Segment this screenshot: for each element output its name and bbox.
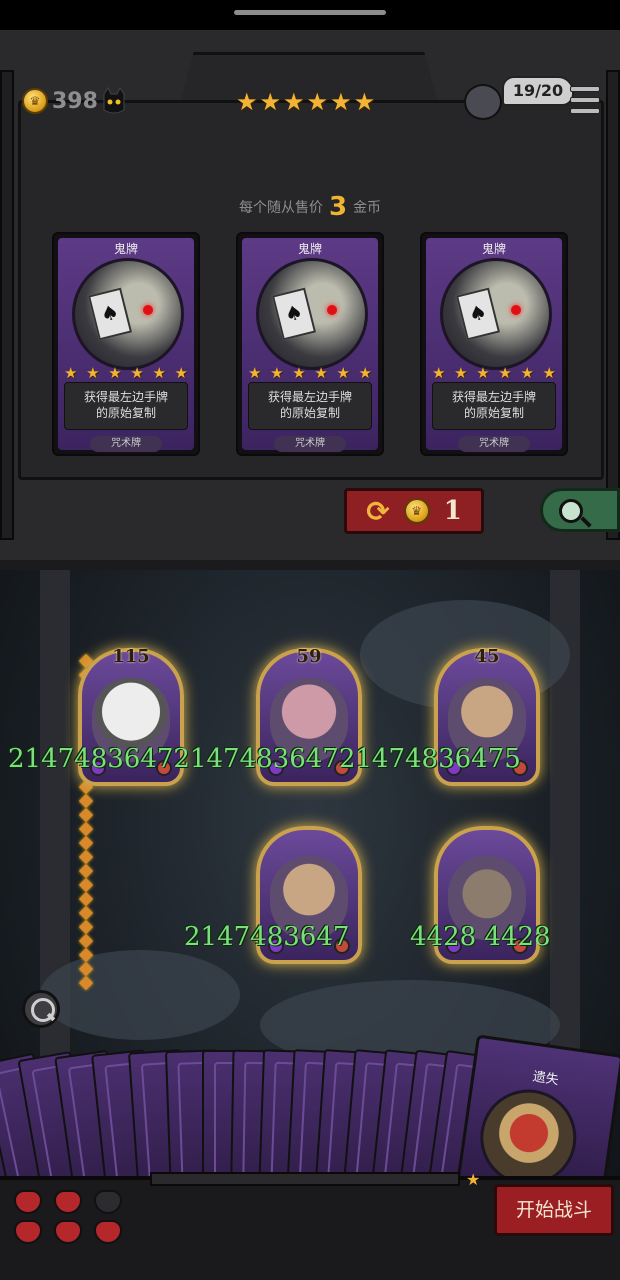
price-value: 3	[328, 192, 348, 222]
minion-counter: 115	[112, 646, 150, 667]
health-hearts	[14, 1190, 134, 1244]
shop-card[interactable]: 鬼牌 ♠ ★ ★ ★ ★ ★ ★ 获得最左边手牌 的原始复制 咒术牌	[236, 232, 384, 456]
heart-icon	[14, 1220, 42, 1244]
star-icon: ★	[283, 88, 305, 116]
heart-icon	[14, 1190, 42, 1214]
spade-card-icon: ♠	[87, 287, 133, 341]
star-icon: ★	[476, 364, 490, 382]
card-description: 获得最左边手牌 的原始复制	[248, 382, 372, 430]
star-icon: ★	[330, 88, 352, 116]
star-icon: ★	[174, 364, 188, 382]
star-icon: ★	[542, 364, 556, 382]
star-icon: ★	[108, 364, 122, 382]
desc-line: 获得最左边手牌	[451, 390, 536, 404]
price-suffix: 金币	[353, 200, 382, 216]
star-icon: ★	[336, 364, 350, 382]
star-icon: ★	[498, 364, 512, 382]
star-icon: ★	[130, 364, 144, 382]
star-icon: ★	[152, 364, 166, 382]
heart-icon	[94, 1190, 122, 1214]
red-eye-icon	[511, 305, 521, 315]
star-icon: ★	[432, 364, 446, 382]
minion-stats-row1: 2147483647214748364721474836475	[8, 744, 521, 774]
hand-count-badge: 19/20	[502, 76, 574, 106]
refresh-icon: ⟳	[366, 494, 390, 528]
search-button[interactable]	[540, 488, 620, 532]
status-bar	[0, 0, 620, 30]
reroll-cost: 1	[443, 496, 462, 526]
home-indicator	[234, 10, 386, 15]
card-stars: ★ ★ ★ ★ ★ ★	[64, 364, 188, 382]
top-bar: ♛ 398 ★ ★ ★ ★ ★ ★ 19/20	[18, 76, 608, 124]
hero-avatar[interactable]	[464, 84, 502, 120]
reroll-button[interactable]: ⟳ ♛ 1	[344, 488, 484, 534]
spade-card-icon: ♠	[271, 287, 317, 341]
minion-counter: 45	[474, 646, 500, 667]
star-icon: ★	[86, 364, 100, 382]
star-icon: ★	[236, 88, 258, 116]
cat-icon[interactable]	[100, 86, 128, 116]
search-icon	[559, 499, 583, 523]
card-name: 鬼牌	[297, 242, 322, 256]
card-description: 获得最左边手牌 的原始复制	[432, 382, 556, 430]
star-icon: ★	[270, 364, 284, 382]
minion-stats-goat: 4428 4428	[410, 922, 551, 952]
red-eye-icon	[327, 305, 337, 315]
gold-amount: 398	[52, 88, 98, 114]
card-description: 获得最左边手牌 的原始复制	[64, 382, 188, 430]
shop-card[interactable]: 鬼牌 ♠ ★ ★ ★ ★ ★ ★ 获得最左边手牌 的原始复制 咒术牌	[420, 232, 568, 456]
featured-card-name: 遗失	[531, 1069, 560, 1089]
star-icon: ★	[64, 364, 78, 382]
card-type: 咒术牌	[458, 436, 530, 452]
star-icon: ★	[259, 88, 282, 116]
star-icon: ★	[454, 364, 468, 382]
price-prefix: 每个随从售价	[238, 200, 323, 216]
card-stars: ★ ★ ★ ★ ★ ★	[248, 364, 372, 382]
hand-ledge	[150, 1172, 460, 1186]
desc-line: 的原始复制	[463, 406, 524, 420]
desc-line: 的原始复制	[95, 406, 156, 420]
spade-card-icon: ♠	[455, 287, 501, 341]
coin-icon: ♛	[22, 88, 48, 114]
star-icon: ★	[353, 88, 376, 116]
card-stars: ★ ★ ★ ★ ★ ★	[432, 364, 556, 382]
desc-line: 获得最左边手牌	[267, 390, 352, 404]
red-eye-icon	[143, 305, 153, 315]
tavern-stars: ★ ★ ★ ★ ★ ★	[236, 88, 375, 116]
heart-icon	[94, 1220, 122, 1244]
star-icon: ★	[248, 364, 262, 382]
heart-icon	[54, 1190, 82, 1214]
card-portrait: ♠	[440, 258, 552, 370]
desc-line: 的原始复制	[279, 406, 340, 420]
card-type: 咒术牌	[90, 436, 162, 452]
price-info: 每个随从售价 3 金币	[0, 192, 620, 222]
star-icon: ★	[292, 364, 306, 382]
start-battle-button[interactable]: 开始战斗	[494, 1184, 614, 1236]
heart-icon	[54, 1220, 82, 1244]
star-icon: ★	[306, 88, 329, 116]
shop-card[interactable]: 鬼牌 ♠ ★ ★ ★ ★ ★ ★ 获得最左边手牌 的原始复制 咒术牌	[52, 232, 200, 456]
gold-counter: ♛ 398	[22, 88, 98, 114]
coin-icon: ♛	[403, 498, 430, 524]
card-portrait: ♠	[72, 258, 184, 370]
menu-icon[interactable]	[570, 86, 600, 114]
card-name: 鬼牌	[481, 242, 506, 256]
desc-line: 获得最左边手牌	[83, 390, 168, 404]
star-icon: ★	[314, 364, 328, 382]
card-portrait: ♠	[256, 258, 368, 370]
left-rail	[0, 70, 14, 540]
minion-counter: 59	[296, 646, 322, 667]
minion-stats-witch: 2147483647	[184, 922, 350, 952]
star-icon: ★	[520, 364, 534, 382]
card-name: 鬼牌	[113, 242, 138, 256]
right-rail	[606, 70, 620, 540]
card-type: 咒术牌	[274, 436, 346, 452]
star-icon: ★	[466, 1170, 481, 1189]
star-icon: ★	[358, 364, 372, 382]
